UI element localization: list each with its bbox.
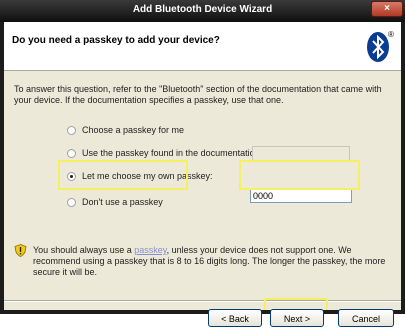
registered-mark: ® — [388, 30, 394, 39]
radio-button[interactable] — [67, 125, 76, 135]
window-title: Add Bluetooth Device Wizard — [132, 4, 273, 15]
option-use-documentation-passkey[interactable]: Use the passkey found in the documentati… — [67, 146, 262, 160]
wizard-body: Do you need a passkey to add your device… — [4, 22, 401, 327]
wizard-window: Add Bluetooth Device Wizard × Do you nee… — [0, 0, 405, 327]
note-prefix: You should always use a — [33, 245, 135, 255]
option-label: Use the passkey found in the documentati… — [82, 148, 263, 158]
option-label: Choose a passkey for me — [82, 125, 185, 135]
next-highlight — [264, 298, 328, 310]
passkey-link[interactable]: passkey — [134, 245, 166, 255]
instructions-text: To answer this question, refer to the "B… — [14, 84, 382, 105]
radio-button[interactable] — [67, 148, 76, 158]
page-title: Do you need a passkey to add your device… — [12, 35, 220, 46]
passkey-note: You should always use a passkey, unless … — [33, 245, 393, 278]
back-button[interactable]: < Back — [208, 309, 262, 327]
radio-button[interactable] — [67, 197, 76, 207]
option-label: Don't use a passkey — [82, 197, 163, 207]
close-button[interactable]: × — [371, 1, 403, 17]
shield-warning-icon — [14, 244, 27, 257]
next-button[interactable]: Next > — [270, 309, 324, 327]
input-highlight — [239, 160, 360, 190]
title-bar[interactable]: Add Bluetooth Device Wizard × — [0, 0, 405, 22]
option-no-passkey[interactable]: Don't use a passkey — [67, 195, 163, 209]
button-separator — [4, 300, 401, 302]
passkey-input[interactable] — [250, 189, 352, 203]
bluetooth-icon: ® — [367, 30, 394, 62]
wizard-header: Do you need a passkey to add your device… — [4, 22, 401, 71]
option-highlight — [58, 160, 188, 190]
cancel-button[interactable]: Cancel — [338, 309, 394, 327]
option-choose-for-me[interactable]: Choose a passkey for me — [67, 123, 184, 137]
